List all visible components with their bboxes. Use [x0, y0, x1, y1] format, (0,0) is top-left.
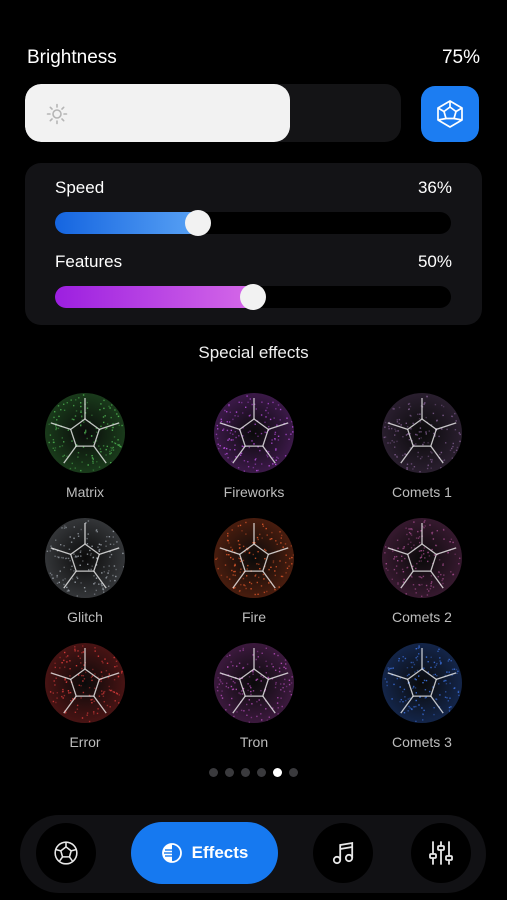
- effect-label: Error: [69, 734, 101, 750]
- speed-label: Speed: [55, 178, 105, 197]
- effect-preview: [382, 518, 462, 598]
- page-dot[interactable]: [289, 768, 298, 777]
- tab-device[interactable]: [36, 823, 96, 883]
- effect-label: Comets 2: [392, 609, 452, 625]
- section-title: Special effects: [198, 343, 309, 362]
- effect-label: Comets 1: [392, 484, 452, 500]
- page-dot[interactable]: [241, 768, 250, 777]
- effects-icon: [161, 843, 182, 863]
- effect-item-matrix[interactable]: Matrix: [15, 393, 155, 500]
- effect-label: Comets 3: [392, 734, 452, 750]
- page-dot[interactable]: [257, 768, 266, 777]
- page-dot[interactable]: [273, 768, 282, 777]
- effect-label: Glitch: [67, 609, 103, 625]
- device-button[interactable]: [421, 86, 479, 142]
- effect-preview: [214, 518, 294, 598]
- settings-panel: Speed 36% Features 50%: [25, 163, 482, 325]
- effect-label: Tron: [239, 734, 269, 750]
- speed-slider-fill: [55, 212, 202, 234]
- features-slider-knob[interactable]: [240, 284, 266, 310]
- effect-preview: [45, 393, 125, 473]
- tab-music[interactable]: [313, 823, 373, 883]
- tab-effects-label: Effects: [191, 843, 249, 862]
- effect-item-comets-1[interactable]: Comets 1: [352, 393, 492, 500]
- effect-item-comets-2[interactable]: Comets 2: [352, 518, 492, 625]
- effect-preview: [214, 393, 294, 473]
- speed-slider-knob[interactable]: [185, 210, 211, 236]
- effect-preview: [45, 518, 125, 598]
- effect-preview: [382, 393, 462, 473]
- effect-item-fire[interactable]: Fire: [184, 518, 324, 625]
- features-header: Features 50%: [55, 252, 452, 272]
- effect-item-error[interactable]: Error: [15, 643, 155, 750]
- tab-bar: Effects: [20, 815, 486, 893]
- sliders-icon: [429, 841, 453, 865]
- effect-label: Fire: [241, 609, 267, 625]
- music-icon: [332, 841, 354, 865]
- page-indicator: [0, 768, 507, 777]
- effect-item-glitch[interactable]: Glitch: [15, 518, 155, 625]
- features-slider-fill: [55, 286, 257, 308]
- effect-label: Matrix: [65, 484, 105, 500]
- effect-preview: [45, 643, 125, 723]
- speed-header: Speed 36%: [55, 178, 452, 198]
- effect-label: Fireworks: [223, 484, 285, 500]
- features-value: 50%: [417, 252, 452, 271]
- page-dot[interactable]: [225, 768, 234, 777]
- brightness-value: 75%: [441, 47, 480, 68]
- effect-preview: [382, 643, 462, 723]
- speed-value: 36%: [417, 178, 452, 197]
- dodecahedron-icon: [437, 100, 463, 128]
- brightness-header: Brightness 75%: [27, 47, 480, 69]
- effect-item-fireworks[interactable]: Fireworks: [184, 393, 324, 500]
- features-slider[interactable]: [55, 284, 451, 310]
- tab-settings[interactable]: [411, 823, 471, 883]
- brightness-label: Brightness: [27, 47, 117, 68]
- features-label: Features: [55, 252, 123, 271]
- effect-item-tron[interactable]: Tron: [184, 643, 324, 750]
- page-dot[interactable]: [209, 768, 218, 777]
- tab-effects[interactable]: Effects: [131, 822, 278, 884]
- speed-slider[interactable]: [55, 210, 451, 236]
- dodecahedron-icon: [54, 841, 78, 865]
- sun-icon: [46, 103, 68, 125]
- brightness-slider[interactable]: [25, 84, 401, 142]
- effect-preview: [214, 643, 294, 723]
- effect-item-comets-3[interactable]: Comets 3: [352, 643, 492, 750]
